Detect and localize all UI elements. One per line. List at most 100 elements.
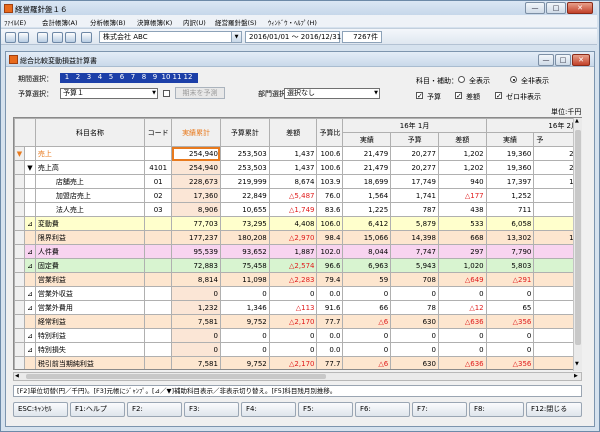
f1-help-button[interactable]: F1:ヘルプ: [70, 402, 125, 417]
forecast-checkbox[interactable]: [163, 90, 170, 97]
table-row[interactable]: 営業利益 8,814 11,098 △2,283 79.4 59 708 △649 △291: [14, 272, 581, 287]
month-6[interactable]: 6: [117, 73, 127, 82]
month-5[interactable]: 5: [106, 73, 116, 82]
menu-settlement[interactable]: 決算帳簿(K): [137, 17, 172, 27]
month-11[interactable]: 11: [172, 73, 182, 82]
hide-all-radio[interactable]: [510, 76, 517, 83]
report-maximize-button[interactable]: □: [555, 54, 571, 66]
horizontal-scroll-thumb[interactable]: [26, 374, 326, 379]
expand-toggle-icon[interactable]: [23, 272, 36, 287]
table-row[interactable]: ▼ 売上 254,940 253,503 1,437 100.6 21,479 20,277 1…: [14, 146, 581, 161]
f7-button[interactable]: F7:: [412, 402, 467, 417]
f12-close-button[interactable]: F12:閉じる: [526, 402, 582, 417]
expand-toggle-icon[interactable]: ⊿: [23, 258, 36, 273]
table-row[interactable]: ⊿ 特別損失 0 0 0 0.0 0 0 0 0: [14, 342, 581, 357]
menu-file[interactable]: ﾌｧｲﾙ(E): [4, 17, 26, 27]
forecast-button[interactable]: 期末を予測: [175, 87, 225, 99]
esc-cancel-button[interactable]: ESC:ｷｬﾝｾﾙ: [13, 402, 68, 417]
expand-toggle-icon[interactable]: [23, 202, 36, 217]
report-minimize-button[interactable]: —: [538, 54, 554, 66]
horizontal-scrollbar[interactable]: ◀ ▶: [13, 372, 582, 381]
actual-cell[interactable]: 254,940: [171, 146, 221, 161]
month-12[interactable]: 12: [183, 73, 193, 82]
expand-toggle-icon[interactable]: ⊿: [23, 216, 36, 231]
expand-toggle-icon[interactable]: ⊿: [23, 328, 36, 343]
budget-select[interactable]: 予算１ ▼: [60, 88, 158, 99]
expand-toggle-icon[interactable]: [23, 174, 36, 189]
month-2[interactable]: 2: [73, 73, 83, 82]
menu-breakdown[interactable]: 内訳(U): [183, 17, 206, 27]
month-3[interactable]: 3: [84, 73, 94, 82]
close-button[interactable]: ✕: [567, 2, 593, 14]
expand-toggle-icon[interactable]: ▼: [23, 160, 36, 175]
f2-button[interactable]: F2:: [127, 402, 182, 417]
zero-hide-checkbox[interactable]: ✓: [495, 92, 502, 100]
f4-button[interactable]: F4:: [241, 402, 296, 417]
mail-icon[interactable]: [37, 32, 48, 43]
f3-button[interactable]: F3:: [184, 402, 239, 417]
budget-checkbox[interactable]: ✓: [416, 92, 423, 100]
f5-button[interactable]: F5:: [298, 402, 353, 417]
month-1[interactable]: 1: [62, 73, 72, 82]
expand-toggle-icon[interactable]: [23, 356, 36, 369]
month-9[interactable]: 9: [150, 73, 160, 82]
expand-toggle-icon[interactable]: [23, 314, 36, 329]
month1-diff-cell: 0: [437, 342, 487, 357]
table-row[interactable]: ⊿ 人件費 95,539 93,652 1,887 102.0 8,044 7,747 297 7…: [14, 244, 581, 259]
scroll-left-icon[interactable]: ◀: [15, 373, 19, 380]
month1-actual-cell: 0: [342, 286, 392, 301]
save-icon[interactable]: [5, 32, 16, 43]
month-7[interactable]: 7: [128, 73, 138, 82]
actual-cell: 177,237: [171, 230, 221, 245]
scroll-down-icon[interactable]: ▼: [575, 361, 579, 367]
row-marker: [14, 230, 25, 245]
menu-window-help[interactable]: ｳｨﾝﾄﾞｳ・ﾍﾙﾌﾟ(H): [268, 17, 317, 27]
month-8[interactable]: 8: [139, 73, 149, 82]
month2-actual-cell: 19,360: [485, 146, 535, 161]
menu-compass[interactable]: 経営羅針盤(S): [215, 17, 257, 27]
tools-icon[interactable]: [81, 32, 92, 43]
budget-select-value: 予算１: [63, 89, 84, 97]
scroll-up-icon[interactable]: ▲: [575, 118, 579, 124]
expand-toggle-icon[interactable]: ⊿: [23, 342, 36, 357]
f8-button[interactable]: F8:: [469, 402, 524, 417]
expand-toggle-icon[interactable]: [23, 230, 36, 245]
month2-actual-cell: 0: [485, 342, 535, 357]
menu-accounting[interactable]: 会計帳簿(A): [42, 17, 78, 27]
month-4[interactable]: 4: [95, 73, 105, 82]
table-row[interactable]: 限界利益 177,237 180,208 △2,970 98.4 15,066 14,398…: [14, 230, 581, 245]
preview-icon[interactable]: [52, 32, 63, 43]
month-selector[interactable]: 1 2 3 4 5 6 7 8 9 10 11 12: [60, 73, 198, 83]
search-icon[interactable]: [65, 32, 76, 43]
company-select[interactable]: 株式会社 ABC ▼: [99, 31, 242, 43]
table-row[interactable]: 税引前当期純利益 7,581 9,752 △2,170 77.7 △6 630 △636 △35…: [14, 356, 581, 369]
table-row[interactable]: 加盟店売上 02 17,360 22,849 △5,487 76.0 1,564 1,741 △…: [14, 188, 581, 203]
table-row[interactable]: ▼ 売上高 4101 254,940 253,503 1,437 100.6 21,479 20…: [14, 160, 581, 175]
diff-checkbox[interactable]: ✓: [455, 92, 462, 100]
table-row[interactable]: ⊿ 営業外収益 0 0 0 0.0 0 0 0 0: [14, 286, 581, 301]
expand-toggle-icon[interactable]: [23, 146, 36, 161]
table-row[interactable]: 経常利益 7,581 9,752 △2,170 77.7 △6 630 △636 △356: [14, 314, 581, 329]
minimize-button[interactable]: —: [525, 2, 545, 14]
vertical-scrollbar[interactable]: ▲ ▼: [573, 118, 582, 371]
vertical-scroll-thumb[interactable]: [575, 130, 581, 345]
f6-button[interactable]: F6:: [355, 402, 410, 417]
scroll-right-icon[interactable]: ▶: [574, 373, 578, 380]
table-row[interactable]: ⊿ 特別利益 0 0 0 0.0 0 0 0 0: [14, 328, 581, 343]
expand-toggle-icon[interactable]: ⊿: [23, 300, 36, 315]
expand-toggle-icon[interactable]: ⊿: [23, 244, 36, 259]
expand-toggle-icon[interactable]: [23, 188, 36, 203]
report-close-button[interactable]: ✕: [572, 54, 590, 66]
menu-analysis[interactable]: 分析帳簿(B): [90, 17, 126, 27]
show-all-radio[interactable]: [458, 76, 465, 83]
table-row[interactable]: 店舗売上 01 228,673 219,999 8,674 103.9 18,699 17,7…: [14, 174, 581, 189]
dept-select[interactable]: 選択なし ▼: [284, 88, 380, 99]
table-row[interactable]: 法人売上 03 8,906 10,655 △1,749 83.6 1,225 787 438 71…: [14, 202, 581, 217]
maximize-button[interactable]: □: [546, 2, 566, 14]
expand-toggle-icon[interactable]: ⊿: [23, 286, 36, 301]
open-icon[interactable]: [18, 32, 29, 43]
table-row[interactable]: ⊿ 変動費 77,703 73,295 4,408 106.0 6,412 5,879 533 6…: [14, 216, 581, 231]
month-10[interactable]: 10: [161, 73, 171, 82]
table-row[interactable]: ⊿ 営業外費用 1,232 1,346 △113 91.6 66 78 △12 65: [14, 300, 581, 315]
table-row[interactable]: ⊿ 固定費 72,883 75,458 △2,574 96.6 6,963 5,943 1,02…: [14, 258, 581, 273]
